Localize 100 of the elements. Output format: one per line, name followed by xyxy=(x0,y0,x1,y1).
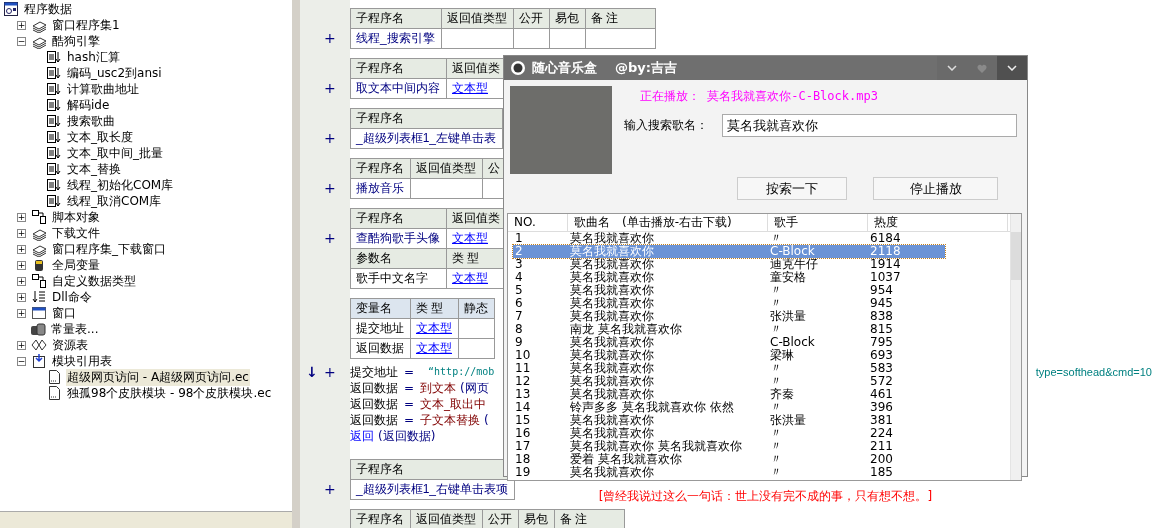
expander-icon[interactable]: + xyxy=(17,292,26,302)
dropdown-button[interactable] xyxy=(937,56,967,80)
expand-marker[interactable]: + xyxy=(324,230,336,246)
column-header: 变量名 xyxy=(351,299,411,319)
favorite-button[interactable] xyxy=(967,56,997,80)
expander-icon[interactable]: + xyxy=(17,276,26,286)
expander-icon[interactable]: + xyxy=(17,340,26,350)
singer-cell-text: 〃 xyxy=(769,284,783,297)
song-title-cell-text: 莫名我就喜欢你 xyxy=(569,414,655,427)
tree-item[interactable]: 窗口程序集1 xyxy=(51,16,121,34)
stop-button[interactable]: 停止播放 xyxy=(873,177,998,200)
column-header[interactable]: 热度 xyxy=(868,214,1008,231)
song-row[interactable]: 10 莫名我就喜欢你 梁琳 693 xyxy=(513,349,945,362)
tree-item[interactable]: 超级网页访问 - A超级网页访问.ec xyxy=(66,368,250,386)
tree-item[interactable]: 模块引用表 xyxy=(51,352,113,370)
tree-item[interactable]: 常量表... xyxy=(50,320,100,338)
tree-item[interactable]: 文本_取长度 xyxy=(66,128,134,146)
column-header[interactable]: 歌曲名 (单击播放-右击下载) xyxy=(568,214,768,231)
heat-cell-text: 185 xyxy=(869,466,894,479)
expand-marker[interactable]: + xyxy=(324,130,336,146)
tree-item[interactable]: 酷狗引擎 xyxy=(51,32,101,50)
heat-cell-text: 954 xyxy=(869,284,894,297)
expander-icon[interactable]: + xyxy=(17,212,26,222)
table-cell: _超级列表框1_右键单击表项 xyxy=(351,480,516,500)
column-header[interactable]: 歌手 xyxy=(768,214,868,231)
expander-icon[interactable]: + xyxy=(17,20,26,30)
heat-cell-text: 583 xyxy=(869,362,894,375)
tree-item[interactable]: 资源表 xyxy=(51,336,89,354)
tree-item[interactable]: 脚本对象 xyxy=(51,208,101,226)
tree-item[interactable]: 全局变量 xyxy=(51,256,101,274)
search-field[interactable]: 莫名我就喜欢你 xyxy=(722,114,1017,137)
heat-cell-text: 224 xyxy=(869,427,894,440)
heat-cell-text: 1914 xyxy=(869,258,902,271)
singer-cell-text: 〃 xyxy=(769,466,783,479)
tree-item[interactable]: 文本_替换 xyxy=(66,160,122,178)
song-row[interactable]: 17 莫名我就喜欢你 莫名我就喜欢你 〃 211 xyxy=(513,440,945,453)
table-cell: 文本型 xyxy=(411,339,459,359)
expander-icon[interactable]: + xyxy=(17,308,26,318)
song-row[interactable]: 1 莫名我就喜欢你 〃 6184 xyxy=(513,232,945,245)
song-row[interactable]: 15 莫名我就喜欢你 张洪量 381 xyxy=(513,414,945,427)
number-cell-text: 17 xyxy=(514,440,532,453)
tree-item[interactable]: 文本_取中间_批量 xyxy=(66,144,164,162)
sub-icon xyxy=(46,161,62,177)
number-cell-text: 1 xyxy=(514,232,524,245)
song-row[interactable]: 12 莫名我就喜欢你 〃 572 xyxy=(513,375,945,388)
tree-root[interactable]: 程序数据 xyxy=(23,0,73,18)
tree-item[interactable]: 窗口程序集_下载窗口 xyxy=(51,240,167,258)
singer-cell-text: 〃 xyxy=(769,427,783,440)
tree-item[interactable]: Dll命令 xyxy=(51,288,93,306)
search-button[interactable]: 按索一下 xyxy=(737,177,847,200)
sub-icon xyxy=(46,193,62,209)
table-cell: _超级列表框1_左键单击表 xyxy=(351,129,504,149)
song-row[interactable]: 18 爱着 莫名我就喜欢你 〃 200 xyxy=(513,453,945,466)
tree-item[interactable]: hash汇算 xyxy=(66,48,121,66)
singer-cell-text: 〃 xyxy=(769,453,783,466)
expander-icon[interactable]: − xyxy=(17,36,26,46)
step-arrow: ↓ xyxy=(306,364,318,380)
expander-icon[interactable]: + xyxy=(17,228,26,238)
sub-icon xyxy=(46,49,62,65)
tree-item[interactable]: 线程_取消COM库 xyxy=(66,192,163,210)
expand-marker[interactable]: + xyxy=(324,30,336,46)
song-row[interactable]: 9 莫名我就喜欢你 C-Block 795 xyxy=(513,336,945,349)
tree-item[interactable]: 解码ide xyxy=(66,96,111,114)
window-title: 随心音乐盒 xyxy=(532,59,597,77)
column-header[interactable]: NO. xyxy=(508,214,568,231)
table-cell xyxy=(549,29,586,49)
song-row[interactable]: 11 莫名我就喜欢你 〃 583 xyxy=(513,362,945,375)
song-title-cell-text: 莫名我就喜欢你 xyxy=(569,349,655,362)
song-row[interactable]: 13 莫名我就喜欢你 齐秦 461 xyxy=(513,388,945,401)
song-title-cell-text: 爱着 莫名我就喜欢你 xyxy=(569,453,682,466)
song-row[interactable]: 5 莫名我就喜欢你 〃 954 xyxy=(513,284,945,297)
expander-icon[interactable]: + xyxy=(17,244,26,254)
expand-marker[interactable]: + xyxy=(324,481,336,497)
singer-cell-text: C-Block xyxy=(769,245,816,258)
song-row[interactable]: 7 莫名我就喜欢你 张洪量 838 xyxy=(513,310,945,323)
expand-marker[interactable]: + xyxy=(324,180,336,196)
song-row[interactable]: 8 南龙 莫名我就喜欢你 〃 815 xyxy=(513,323,945,336)
song-title-cell-text: 莫名我就喜欢你 xyxy=(569,375,655,388)
expand-marker[interactable]: + xyxy=(324,80,336,96)
song-row[interactable]: 16 莫名我就喜欢你 〃 224 xyxy=(513,427,945,440)
tree-item[interactable]: 计算歌曲地址 xyxy=(66,80,140,98)
tree-item[interactable]: 搜索歌曲 xyxy=(66,112,116,130)
tree-item[interactable]: 独孤98个皮肤模块 - 98个皮肤模块.ec xyxy=(66,384,273,402)
expander-icon[interactable]: + xyxy=(17,260,26,270)
dropdown-button[interactable] xyxy=(997,56,1027,80)
vertical-scrollbar[interactable] xyxy=(1010,214,1021,480)
song-row[interactable]: 19 莫名我就喜欢你 〃 185 xyxy=(513,466,945,479)
tree-item[interactable]: 窗口 xyxy=(51,304,77,322)
tree-item[interactable]: 线程_初始化COM库 xyxy=(66,176,175,194)
song-title-cell-text: 莫名我就喜欢你 莫名我就喜欢你 xyxy=(569,440,743,453)
tree-item[interactable]: 编码_usc2到ansi xyxy=(66,64,163,82)
horizontal-scrollbar[interactable] xyxy=(0,511,292,528)
song-row[interactable]: 4 莫名我就喜欢你 童安格 1037 xyxy=(513,271,945,284)
song-row[interactable]: 6 莫名我就喜欢你 〃 945 xyxy=(513,297,945,310)
expander-icon[interactable]: − xyxy=(17,356,26,366)
song-row[interactable]: 14 铃声多多 莫名我就喜欢你 依然 〃 396 xyxy=(513,401,945,414)
expand-marker[interactable]: + xyxy=(324,364,336,380)
song-title-cell-text: 南龙 莫名我就喜欢你 xyxy=(569,323,683,336)
tree-item[interactable]: 自定义数据类型 xyxy=(51,272,137,290)
tree-item[interactable]: 下载文件 xyxy=(51,224,101,242)
